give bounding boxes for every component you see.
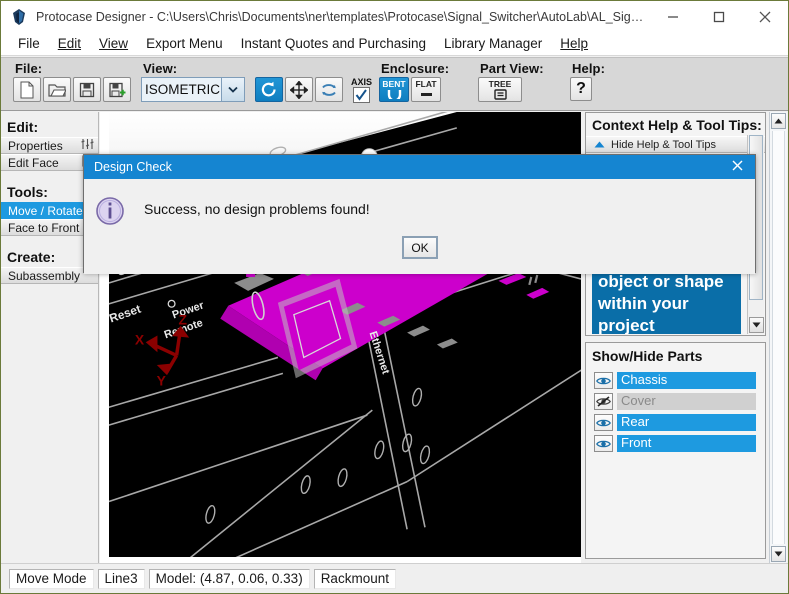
dialog-title-bar: Design Check: [84, 155, 755, 179]
part-label-rear[interactable]: Rear: [617, 414, 756, 431]
scroll-up-button[interactable]: [771, 113, 786, 129]
hide-help-label: Hide Help & Tool Tips: [611, 138, 716, 151]
scroll-down-button[interactable]: [771, 546, 786, 562]
menu-file[interactable]: File: [9, 34, 49, 53]
menu-help[interactable]: Help: [551, 34, 597, 53]
part-row-front[interactable]: Front: [586, 433, 765, 454]
show-hide-parts-panel: Show/Hide Parts Chassis Cover Rear Front: [585, 342, 766, 559]
view-select[interactable]: ISOMETRIC: [141, 77, 245, 102]
menu-export-menu[interactable]: Export Menu: [137, 34, 232, 53]
toolbar-group-enclosure: Enclosure: BENT FLAT: [379, 58, 449, 112]
sidebar-item-properties[interactable]: Properties: [1, 137, 98, 154]
toolbar-group-view: View: ISOMETRIC AXIS: [141, 58, 372, 112]
sidebar-item-face-to-front-label: Face to Front: [8, 220, 80, 235]
axis-checkbox[interactable]: [353, 87, 370, 103]
close-button[interactable]: [742, 2, 788, 32]
eye-slash-icon[interactable]: [594, 393, 613, 410]
sliders-icon: [81, 138, 94, 153]
design-check-dialog: Design Check Success, no design problems…: [83, 154, 756, 274]
tree-part-view-caption: TREE: [488, 78, 512, 89]
sidebar-heading-edit: Edit:: [7, 119, 39, 135]
toolbar-group-help: Help: ?: [570, 58, 605, 112]
triangle-up-icon: [594, 139, 605, 151]
menu-instant-quotes-and-purchasing[interactable]: Instant Quotes and Purchasing: [232, 34, 435, 53]
eye-icon[interactable]: [594, 414, 613, 431]
protocase-logo-icon: [10, 8, 28, 26]
pan-button[interactable]: [285, 77, 313, 102]
model-coordinates-status: Model: (4.87, 0.06, 0.33): [148, 568, 310, 589]
toolbar-group-part-view: Part View: TREE: [478, 58, 544, 112]
sidebar-item-move-rotate-label: Move / Rotate: [8, 203, 83, 218]
maximize-button[interactable]: [696, 2, 742, 32]
part-label-cover[interactable]: Cover: [617, 393, 756, 410]
save-file-button[interactable]: [73, 77, 101, 102]
toolbar-file-label: File:: [15, 61, 43, 76]
window-vertical-scrollbar[interactable]: [769, 112, 787, 563]
help-question-button[interactable]: ?: [570, 77, 592, 101]
context-help-highlighted-text: object or shape within your project: [592, 269, 741, 334]
dialog-message: Success, no design problems found!: [144, 201, 370, 217]
chevron-down-icon[interactable]: [221, 78, 244, 101]
sidebar-item-subassembly-label: Subassembly: [8, 268, 81, 283]
context-help-scroll-down-button[interactable]: [749, 317, 764, 333]
application-window: Protocase Designer - C:\Users\Chris\Docu…: [0, 0, 789, 594]
dialog-ok-button[interactable]: OK: [402, 236, 438, 259]
show-hide-parts-title: Show/Hide Parts: [592, 348, 703, 364]
context-help-title: Context Help & Tool Tips:: [592, 117, 762, 133]
axis-toggle[interactable]: AXIS: [351, 77, 372, 103]
flat-enclosure-caption: FLAT: [415, 79, 437, 89]
part-row-cover[interactable]: Cover: [586, 391, 765, 412]
eye-icon[interactable]: [594, 435, 613, 452]
dialog-body: Success, no design problems found! OK: [84, 179, 755, 274]
dialog-title: Design Check: [94, 160, 172, 174]
toolbar-view-label: View:: [143, 61, 178, 76]
menu-view[interactable]: View: [90, 34, 137, 53]
dialog-close-button[interactable]: [728, 159, 747, 175]
menu-edit[interactable]: Edit: [49, 34, 90, 53]
tree-list-icon: [493, 88, 507, 100]
toolbar: File: View: ISOMETRIC AXIS Enclosure: BE…: [1, 57, 788, 111]
bent-enclosure-button[interactable]: BENT: [379, 77, 409, 102]
toolbar-group-file: File:: [13, 58, 131, 112]
enclosure-type-status: Rackmount: [313, 568, 396, 589]
axis-label-y: Y: [157, 372, 167, 388]
sidebar-item-properties-label: Properties: [8, 138, 63, 153]
axis-label-x: X: [135, 332, 145, 348]
toolbar-help-label: Help:: [572, 61, 605, 76]
view-select-value: ISOMETRIC: [142, 78, 222, 101]
flat-bar-icon: [420, 93, 432, 96]
hide-help-toggle[interactable]: Hide Help & Tool Tips: [586, 136, 765, 153]
question-mark-icon: ?: [576, 80, 586, 97]
selection-status: Line3: [97, 568, 145, 589]
part-label-chassis[interactable]: Chassis: [617, 372, 756, 389]
part-row-chassis[interactable]: Chassis: [586, 370, 765, 391]
tree-part-view-button[interactable]: TREE: [478, 77, 522, 102]
rotate-button[interactable]: [255, 77, 283, 102]
spin-button[interactable]: [315, 77, 343, 102]
toolbar-enclosure-label: Enclosure:: [381, 61, 450, 76]
status-bar: Move Mode Line3 Model: (4.87, 0.06, 0.33…: [1, 563, 788, 593]
menu-library-manager[interactable]: Library Manager: [435, 34, 551, 53]
bent-u-icon: [387, 90, 401, 99]
mode-status: Move Mode: [9, 568, 94, 589]
window-title: Protocase Designer - C:\Users\Chris\Docu…: [36, 9, 650, 24]
axis-label-z: Z: [179, 312, 188, 328]
new-file-button[interactable]: [13, 77, 41, 102]
menu-bar: File Edit View Export Menu Instant Quote…: [1, 32, 788, 56]
eye-icon[interactable]: [594, 372, 613, 389]
toolbar-part-view-label: Part View:: [480, 61, 544, 76]
minimize-button[interactable]: [650, 2, 696, 32]
axis-label: AXIS: [351, 77, 373, 87]
part-label-front[interactable]: Front: [617, 435, 756, 452]
title-bar: Protocase Designer - C:\Users\Chris\Docu…: [1, 1, 788, 32]
open-file-button[interactable]: [43, 77, 71, 102]
sidebar-item-edit-face-label: Edit Face: [8, 155, 59, 170]
save-as-file-button[interactable]: [103, 77, 131, 102]
part-row-rear[interactable]: Rear: [586, 412, 765, 433]
bent-enclosure-caption: BENT: [382, 79, 406, 89]
info-circle-icon: [95, 196, 125, 226]
scrollbar-track[interactable]: [772, 131, 785, 544]
flat-enclosure-button[interactable]: FLAT: [411, 77, 441, 102]
